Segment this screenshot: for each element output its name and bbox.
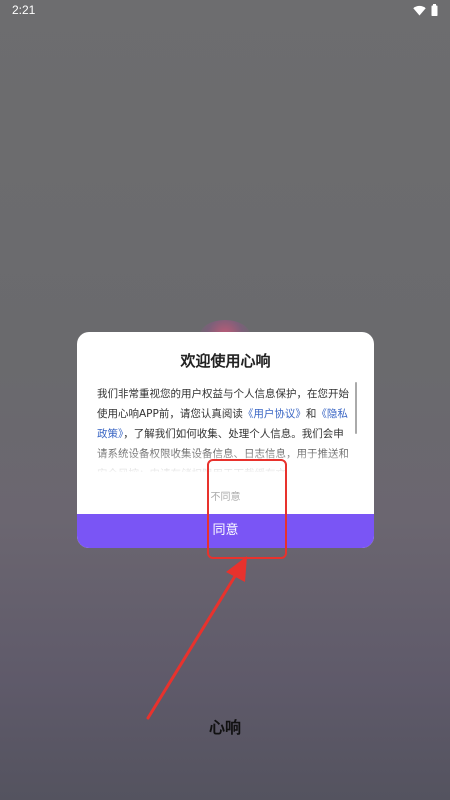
battery-icon [431, 4, 438, 19]
dialog-scrollbar[interactable] [355, 382, 357, 434]
wifi-icon [413, 5, 426, 19]
screen: 2:21 欢迎使用心响 我们非常重视您的用户权益与个人信息保护，在您开始使用心响… [0, 0, 450, 800]
status-time: 2:21 [12, 3, 36, 17]
status-icons [413, 4, 438, 19]
dialog-title: 欢迎使用心响 [180, 352, 271, 370]
app-name: 心响 [208, 718, 241, 737]
body-and: 和 [305, 408, 317, 420]
status-bar: 2:21 [0, 0, 450, 22]
annotation-highlight-box [207, 459, 287, 559]
user-agreement-link[interactable]: 《用户协议》 [243, 408, 306, 420]
